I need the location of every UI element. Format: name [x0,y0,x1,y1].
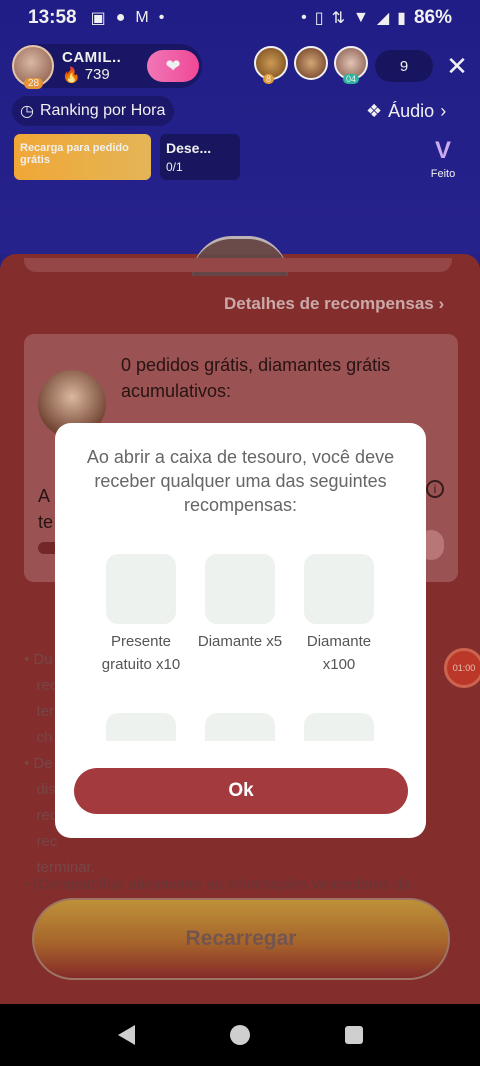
modal-message: Ao abrir a caixa de tesouro, você deve r… [86,447,395,515]
rewards-modal: Ao abrir a caixa de tesouro, você deve r… [55,423,426,838]
scroll-fade [55,741,426,756]
back-icon[interactable] [117,1025,135,1045]
android-nav-bar [0,1004,480,1066]
diamond-icon [304,554,374,624]
home-icon[interactable] [229,1025,250,1045]
reward-label: Diamante x5 [197,633,283,650]
gift-icon [106,554,176,624]
recents-icon[interactable] [344,1026,363,1044]
reward-label: Presente gratuito x10 [101,633,181,673]
ok-button[interactable]: Ok [74,768,408,814]
diamond-icon [205,554,275,624]
reward-label: Diamante x100 [306,633,372,673]
reward-item: Presente gratuito x10 [96,554,186,676]
reward-item: Diamante x5 [195,554,285,653]
reward-item: Diamante x100 [294,554,384,676]
